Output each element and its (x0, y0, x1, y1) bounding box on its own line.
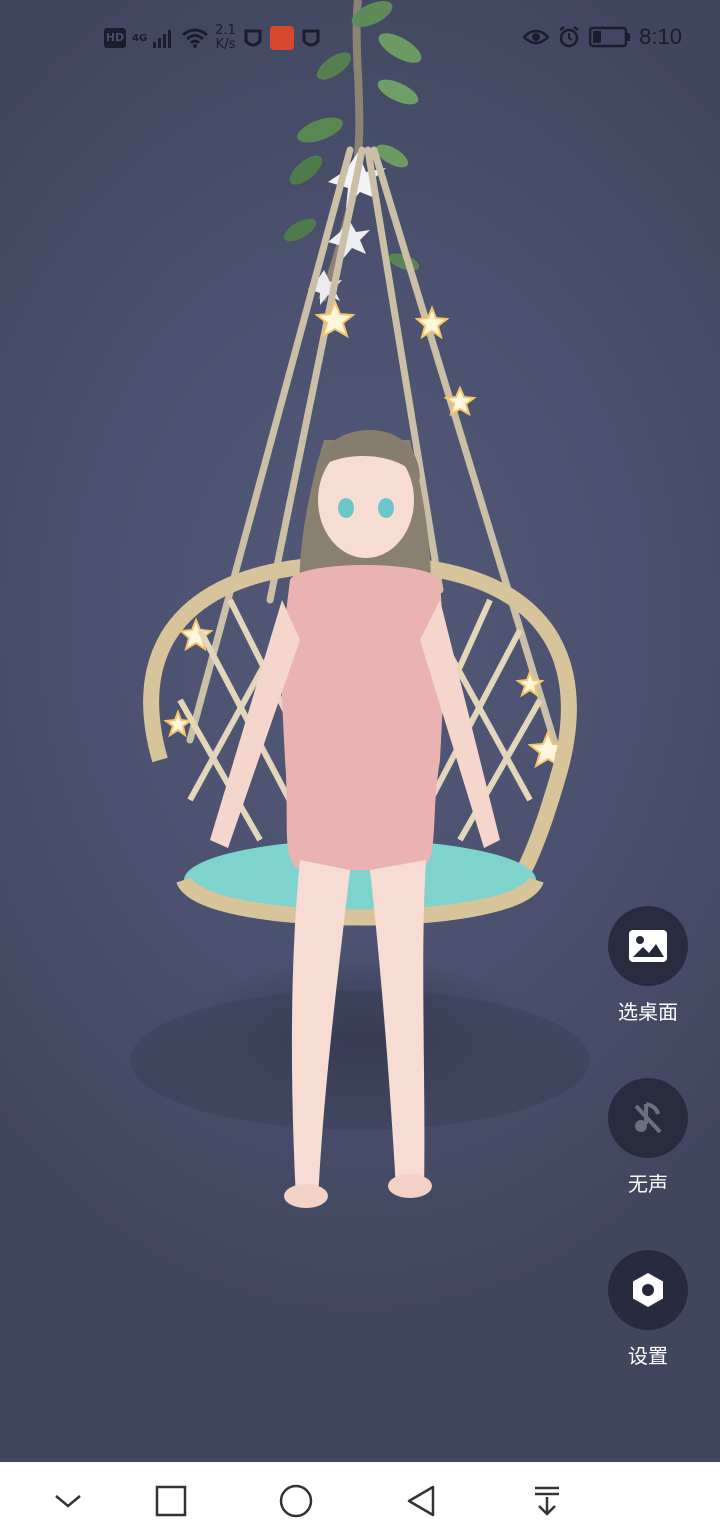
status-left-group: HD 4G 2.1 K/s (104, 24, 322, 52)
back-button[interactable] (396, 1476, 446, 1526)
wifi-icon (182, 28, 209, 48)
image-icon (629, 930, 667, 962)
settings-action[interactable]: 设置 (606, 1250, 690, 1369)
alarm-icon (559, 26, 579, 48)
speed-unit: K/s (215, 37, 236, 52)
clock: 8:10 (639, 24, 682, 49)
live-wallpaper (0, 0, 720, 1462)
home-button[interactable] (271, 1476, 321, 1526)
settings-label: 设置 (628, 1344, 668, 1368)
settings-button[interactable] (608, 1250, 688, 1330)
choose-wallpaper-button[interactable] (608, 906, 688, 986)
battery-icon (589, 26, 631, 48)
settings-icon (633, 1273, 663, 1307)
signal-icon (153, 30, 172, 48)
notification-pulldown-button[interactable] (522, 1476, 572, 1526)
choose-wallpaper-label: 选桌面 (618, 1000, 678, 1024)
status-bar: HD 4G 2.1 K/s 8:10 (0, 20, 720, 64)
app-notification-icon (244, 29, 262, 47)
mute-icon (634, 1102, 662, 1134)
network-type: 4G (132, 32, 148, 44)
navigation-bar (0, 1462, 720, 1540)
mute-label: 无声 (628, 1172, 668, 1196)
pull-down-icon (535, 1486, 559, 1516)
square-icon (155, 1485, 187, 1517)
wallpaper-scene (130, 0, 590, 1208)
hide-nav-button[interactable] (43, 1476, 93, 1526)
app-notification-icon-2 (302, 29, 320, 47)
network-speed: 2.1 K/s (215, 24, 236, 52)
back-triangle-icon (407, 1485, 435, 1517)
mute-action[interactable]: 无声 (606, 1078, 690, 1197)
recents-button[interactable] (146, 1476, 196, 1526)
choose-wallpaper-action[interactable]: 选桌面 (606, 906, 690, 1025)
app-icon (269, 26, 294, 50)
chevron-down-icon (55, 1495, 81, 1508)
speed-value: 2.1 (215, 23, 236, 38)
status-right-group: 8:10 (523, 24, 682, 50)
floor-shadow (130, 990, 590, 1130)
hd-icon: HD (104, 28, 126, 48)
eye-icon (523, 29, 550, 45)
circle-icon (279, 1484, 313, 1518)
mute-button[interactable] (608, 1078, 688, 1158)
